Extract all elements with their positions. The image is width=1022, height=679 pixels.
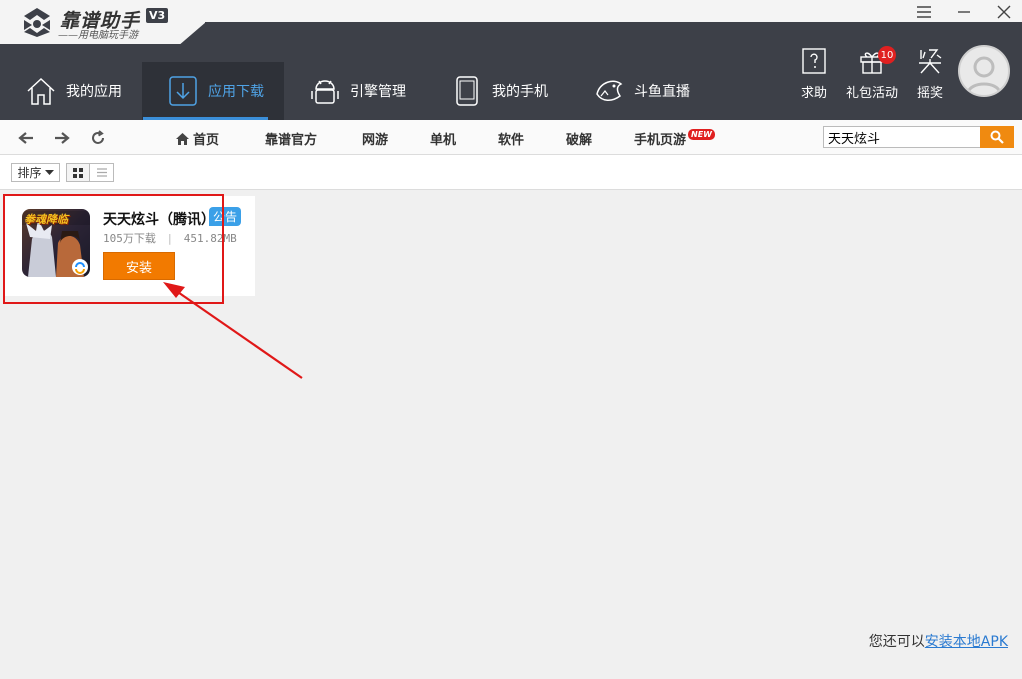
footer-prefix: 您还可以 xyxy=(868,634,925,650)
avatar[interactable] xyxy=(958,45,1010,97)
lottery-button[interactable]: 摇奖 xyxy=(902,40,958,120)
cat-official[interactable]: 靠谱官方 xyxy=(265,129,317,148)
minimize-icon[interactable] xyxy=(952,2,976,22)
gift-activity-label: 礼包活动 xyxy=(845,86,898,101)
home-icon xyxy=(27,77,55,105)
nav-app-download-label: 应用下载 xyxy=(208,84,264,100)
nav-douyu-live[interactable]: 斗鱼直播 xyxy=(568,62,710,120)
grid-icon xyxy=(73,167,83,178)
nav-my-apps-label: 我的应用 xyxy=(66,84,122,100)
refresh-icon[interactable] xyxy=(88,128,108,148)
logo-area: 靠谱助手 V3 ——用电脑玩手游 xyxy=(0,0,205,44)
search-input[interactable] xyxy=(823,126,981,148)
grid-view-button[interactable] xyxy=(66,163,90,182)
gift-count-badge: 10 xyxy=(878,46,896,64)
cat-crack[interactable]: 破解 xyxy=(566,129,592,148)
file-size: 451.82MB xyxy=(183,232,237,245)
cat-home-label: 首页 xyxy=(193,133,220,148)
help-label: 求助 xyxy=(800,86,827,101)
lottery-label: 摇奖 xyxy=(916,86,943,101)
main-nav: 我的应用 应用下载 引擎管理 我的手机 斗鱼直播 xyxy=(0,62,710,120)
cat-online[interactable]: 网游 xyxy=(362,129,388,148)
gift-activity-button[interactable]: 10 礼包活动 xyxy=(842,40,902,120)
cat-webgame-label: 手机页游 xyxy=(634,133,687,148)
search-icon xyxy=(990,130,1004,144)
download-icon xyxy=(169,76,197,106)
user-icon xyxy=(966,56,1002,94)
search-button[interactable] xyxy=(980,126,1014,148)
nav-engine-manage-label: 引擎管理 xyxy=(350,84,406,100)
back-arrow-icon[interactable] xyxy=(16,128,36,148)
new-badge: NEW xyxy=(688,129,715,140)
nav-my-apps[interactable]: 我的应用 xyxy=(0,62,142,120)
install-button[interactable]: 安装 xyxy=(103,252,175,280)
nav-my-phone-label: 我的手机 xyxy=(492,84,548,100)
notice-tag[interactable]: 公告 xyxy=(209,207,242,226)
cat-webgame[interactable]: 手机页游 NEW xyxy=(634,129,715,148)
app-name[interactable]: 天天炫斗（腾讯） xyxy=(103,209,215,229)
sort-label: 排序 xyxy=(17,166,42,180)
forward-arrow-icon[interactable] xyxy=(52,128,72,148)
help-book-icon xyxy=(802,48,826,74)
app-card[interactable]: 拳魂降临 天天炫斗（腾讯） 公告 105万下载 | 451.82MB 安装 xyxy=(5,196,255,296)
cat-software[interactable]: 软件 xyxy=(498,129,524,148)
lottery-icon xyxy=(919,49,942,74)
footer-hint: 您还可以安装本地APK xyxy=(869,631,1008,651)
app-icon[interactable]: 拳魂降临 xyxy=(22,209,90,277)
game-cover-text: 拳魂降临 xyxy=(24,213,68,226)
phone-icon xyxy=(456,76,478,106)
douyu-fish-icon xyxy=(596,80,623,101)
category-bar: 首页 靠谱官方 网游 单机 软件 破解 手机页游 NEW xyxy=(0,120,1022,155)
android-icon xyxy=(311,80,339,104)
download-count: 105万下载 xyxy=(103,232,156,245)
logo-icon xyxy=(24,8,50,37)
nav-engine-manage[interactable]: 引擎管理 xyxy=(284,62,426,120)
list-toolbar: 排序 xyxy=(0,155,1022,190)
menu-icon[interactable] xyxy=(912,2,936,22)
app-header: 靠谱助手 V3 ——用电脑玩手游 我的应用 应用下载 引擎管理 我的手机 斗鱼直… xyxy=(0,0,1022,120)
right-tools: 求助 10 礼包活动 摇奖 xyxy=(786,40,958,120)
nav-douyu-live-label: 斗鱼直播 xyxy=(634,84,690,100)
version-badge: V3 xyxy=(146,8,169,23)
nav-my-phone[interactable]: 我的手机 xyxy=(426,62,568,120)
meta-divider: | xyxy=(166,232,174,245)
list-view-button[interactable] xyxy=(90,163,114,182)
cat-home[interactable]: 首页 xyxy=(176,129,219,148)
install-local-apk-link[interactable]: 安装本地APK xyxy=(925,634,1008,650)
app-meta: 105万下载 | 451.82MB xyxy=(103,230,237,246)
app-subtitle: ——用电脑玩手游 xyxy=(58,30,138,41)
home-small-icon xyxy=(176,133,189,145)
close-icon[interactable] xyxy=(992,2,1016,22)
help-button[interactable]: 求助 xyxy=(786,40,842,120)
nav-app-download[interactable]: 应用下载 xyxy=(142,62,284,120)
list-icon xyxy=(96,168,107,177)
cat-single[interactable]: 单机 xyxy=(430,129,456,148)
sort-dropdown[interactable]: 排序 xyxy=(11,163,60,182)
chevron-down-icon xyxy=(44,169,54,175)
